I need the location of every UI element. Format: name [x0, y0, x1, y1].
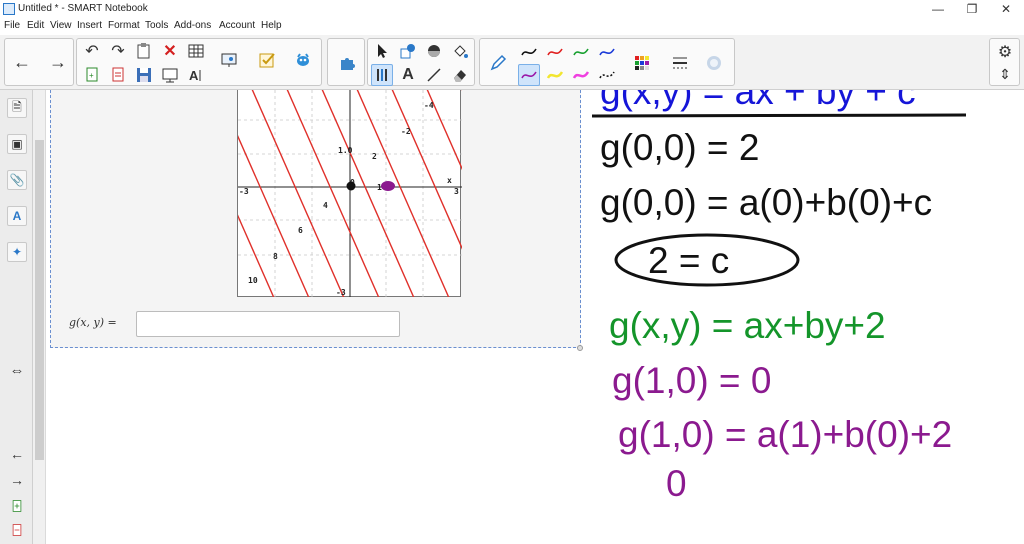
side-delete-page-icon[interactable]	[7, 520, 27, 540]
save-icon[interactable]	[133, 64, 155, 86]
line-tool-icon[interactable]	[423, 64, 445, 86]
menu-account[interactable]: Account	[219, 20, 255, 31]
text-tool-button[interactable]: A	[397, 64, 419, 86]
menu-edit[interactable]: Edit	[27, 20, 44, 31]
pen-text-tool-icon[interactable]	[371, 64, 393, 86]
fill-tool-icon[interactable]	[449, 40, 471, 62]
delete-button[interactable]: ✕	[159, 40, 181, 62]
line-style-icon[interactable]	[668, 51, 692, 75]
smart-notebook-app-icon	[3, 3, 15, 15]
menu-view[interactable]: View	[50, 20, 72, 31]
gallery-button[interactable]: ▣	[7, 134, 27, 154]
toolbar-tools-group: A	[367, 38, 475, 86]
ink-line-g00-expand: g(0,0) = a(0)+b(0)+c	[600, 182, 932, 223]
print-icon[interactable]: +	[81, 64, 103, 86]
shape-tool-icon[interactable]	[397, 40, 419, 62]
title-bar: Untitled * - SMART Notebook — ❐ ✕	[0, 0, 1024, 19]
pen-icon[interactable]	[486, 51, 510, 75]
whiteboard-canvas[interactable]: -4 -2 0 2 4 6 8 10 -3 3 1.0 1.0 -3 x	[46, 90, 1024, 544]
toolbar-edit-group: ↶ ↷ ✕ + A	[76, 38, 322, 86]
side-next-page-button[interactable]: →	[7, 470, 27, 490]
side-panel: 🗎 ▣ 📎 A ✦ ⇔ ← →	[0, 90, 33, 544]
close-button[interactable]: ✕	[990, 0, 1022, 19]
handwriting-layer: g(x,y) = ax + by + c g(0,0) = 2 g(0,0) =…	[591, 90, 967, 504]
table-icon[interactable]	[185, 40, 207, 62]
main-toolbar: ← → ↶ ↷ ✕ + A A ⚙ ⇕	[0, 35, 1024, 90]
highlighter-pink-icon[interactable]	[570, 64, 592, 86]
svg-text:A: A	[189, 68, 199, 83]
pen-purple-icon[interactable]	[518, 64, 540, 86]
ink-line-zero: 0	[666, 463, 687, 504]
full-screen-icon[interactable]	[159, 64, 181, 86]
toolbar-pens-group	[479, 38, 735, 86]
move-toolbar-button[interactable]: ⇕	[994, 63, 1016, 85]
pen-red-icon[interactable]	[544, 41, 566, 63]
attachments-button[interactable]: 📎	[7, 170, 27, 190]
puzzle-icon[interactable]	[335, 51, 359, 75]
addons-button[interactable]: ✦	[7, 242, 27, 262]
window-title: Untitled * - SMART Notebook	[18, 3, 148, 14]
minimize-button[interactable]: —	[922, 0, 954, 19]
menu-bar: File Edit View Insert Format Tools Add-o…	[0, 19, 1024, 35]
ink-line-g00: g(0,0) = 2	[600, 127, 759, 168]
menu-addons[interactable]: Add-ons	[174, 20, 211, 31]
ink-line-general-form: g(x,y) = ax + by + c	[600, 90, 916, 112]
ink-line-g10: g(1,0) = 0	[612, 360, 771, 401]
side-add-page-icon[interactable]	[7, 496, 27, 516]
eraser-icon[interactable]	[449, 64, 471, 86]
previous-page-button[interactable]: ←	[11, 51, 33, 73]
toolbar-right-group: ⚙ ⇕	[989, 38, 1020, 86]
text-format-icon[interactable]: A	[185, 64, 207, 86]
paste-icon[interactable]	[133, 40, 155, 62]
toolbar-addon-group	[327, 38, 365, 86]
screen-shade-icon[interactable]	[217, 45, 241, 75]
pen-dashed-icon[interactable]	[596, 64, 618, 86]
menu-file[interactable]: File	[4, 20, 20, 31]
settings-button[interactable]: ⚙	[994, 41, 1016, 63]
menu-insert[interactable]: Insert	[77, 20, 102, 31]
resize-panel-button[interactable]: ⇔	[7, 360, 27, 380]
side-prev-page-button[interactable]: ←	[7, 444, 27, 464]
pen-black-icon[interactable]	[518, 41, 540, 63]
toolbar-nav-group: ← →	[4, 38, 74, 86]
redo-button[interactable]: ↷	[107, 40, 129, 62]
menu-help[interactable]: Help	[261, 20, 282, 31]
export-icon[interactable]	[107, 64, 129, 86]
ink-line-substituted: g(x,y) = ax+by+2	[609, 305, 886, 346]
pen-green-icon[interactable]	[570, 41, 592, 63]
svg-text:+: +	[89, 71, 94, 80]
eraser-shape-icon[interactable]	[423, 40, 445, 62]
menu-tools[interactable]: Tools	[145, 20, 168, 31]
next-page-button[interactable]: →	[47, 51, 69, 73]
addon-monster-icon[interactable]	[291, 45, 315, 75]
pen-blue-icon[interactable]	[596, 41, 618, 63]
select-arrow-icon[interactable]	[371, 40, 393, 62]
page-sorter-button[interactable]: 🗎	[7, 98, 27, 118]
fill-effect-icon[interactable]	[702, 51, 726, 75]
vertical-scrollbar[interactable]	[33, 90, 46, 544]
color-palette-icon[interactable]	[630, 51, 654, 75]
check-icon[interactable]	[255, 45, 279, 75]
ink-line-c-value: 2 = c	[648, 240, 729, 281]
undo-button[interactable]: ↶	[81, 40, 103, 62]
restore-button[interactable]: ❐	[956, 0, 988, 19]
scrollbar-thumb[interactable]	[35, 140, 44, 460]
properties-button[interactable]: A	[7, 206, 27, 226]
ink-line-g10-expand: g(1,0) = a(1)+b(0)+2	[618, 414, 952, 455]
menu-format[interactable]: Format	[108, 20, 140, 31]
highlighter-yellow-icon[interactable]	[544, 64, 566, 86]
